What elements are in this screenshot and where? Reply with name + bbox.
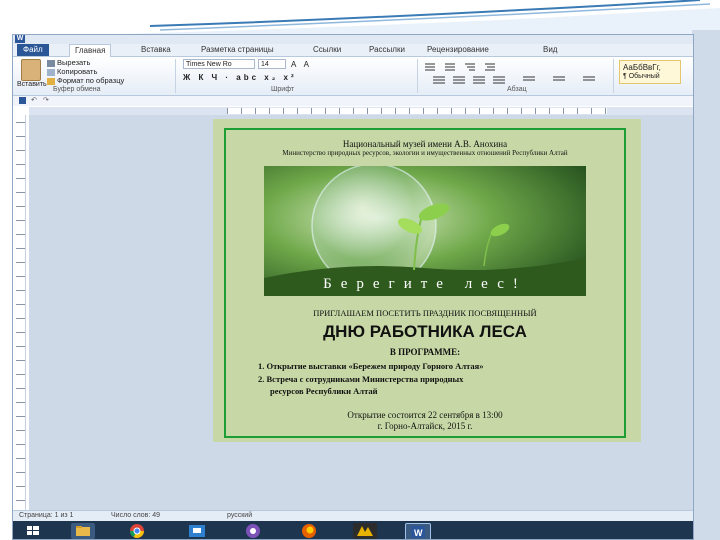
quick-access-toolbar: ↶ ↷ bbox=[13, 96, 693, 106]
program-item-1: 1. Открытие выставки «Бережем природу Го… bbox=[258, 361, 484, 371]
paste-icon[interactable] bbox=[21, 59, 41, 81]
ribbon-separator bbox=[417, 59, 418, 93]
invite-text: ПРИГЛАШАЕМ ПОСЕТИТЬ ПРАЗДНИК ПОСВЯЩЕННЫЙ bbox=[313, 308, 537, 318]
status-language[interactable]: русский bbox=[227, 512, 252, 519]
cut-button[interactable]: Вырезать bbox=[47, 58, 90, 67]
font-grow-shrink-buttons[interactable]: A A bbox=[291, 60, 312, 69]
scissors-icon bbox=[47, 59, 55, 67]
status-page[interactable]: Страница: 1 из 1 bbox=[19, 512, 73, 519]
header-ministry: Министерство природных ресурсов, экологи… bbox=[282, 149, 568, 157]
style-normal-button[interactable]: АаБбВвГг, ¶ Обычный bbox=[619, 60, 681, 84]
photo-caption: Берегите лес! bbox=[323, 276, 527, 292]
tab-file[interactable]: Файл bbox=[17, 44, 49, 56]
footer-date: Открытие состоится 22 сентября в 13:00 bbox=[347, 410, 503, 420]
font-size-field[interactable]: 14 bbox=[258, 59, 286, 69]
font-format-buttons[interactable]: Ж К Ч · abc x₂ x² bbox=[183, 73, 297, 82]
slide-side-band bbox=[692, 30, 720, 540]
footer-city: г. Горно-Алтайск, 2015 г. bbox=[377, 421, 473, 431]
app-blue-icon[interactable] bbox=[185, 523, 209, 539]
copy-button[interactable]: Копировать bbox=[47, 67, 97, 76]
svg-text:W: W bbox=[414, 528, 423, 538]
brush-icon bbox=[47, 77, 55, 85]
font-name-field[interactable]: Times New Ro bbox=[183, 59, 255, 69]
status-bar: Страница: 1 из 1 Число слов: 49 русский bbox=[13, 510, 693, 521]
ruler-scale bbox=[227, 108, 607, 114]
tab-home[interactable]: Главная bbox=[69, 44, 112, 57]
paste-button[interactable]: Вставить bbox=[17, 81, 47, 88]
tab-insert[interactable]: Вставка bbox=[141, 45, 171, 55]
viber-icon[interactable] bbox=[241, 523, 265, 539]
tab-page-layout[interactable]: Разметка страницы bbox=[201, 45, 274, 55]
horizontal-ruler[interactable] bbox=[29, 107, 693, 115]
chrome-icon[interactable] bbox=[125, 523, 149, 539]
program-item-2-cont: ресурсов Республики Алтай bbox=[270, 386, 378, 396]
slide-header-decoration bbox=[0, 0, 720, 36]
undo-icon[interactable]: ↶ bbox=[31, 96, 37, 104]
taskbar: W bbox=[13, 521, 693, 539]
ribbon-separator bbox=[175, 59, 176, 93]
forest-photo: Берегите лес! bbox=[264, 166, 586, 296]
title-bar: W bbox=[13, 35, 693, 44]
format-painter-button[interactable]: Формат по образцу bbox=[47, 76, 124, 85]
paragraph-buttons-icon[interactable] bbox=[423, 61, 613, 85]
style-name: ¶ Обычный bbox=[623, 73, 660, 80]
save-icon[interactable] bbox=[19, 97, 26, 104]
paragraph-group-label: Абзац bbox=[507, 86, 527, 93]
vertical-ruler[interactable] bbox=[16, 115, 26, 515]
program-heading: В ПРОГРАММЕ: bbox=[389, 347, 461, 357]
status-words[interactable]: Число слов: 49 bbox=[111, 512, 160, 519]
ribbon-tabs: Файл Главная Вставка Разметка страницы С… bbox=[13, 44, 693, 57]
style-preview: АаБбВвГг, bbox=[623, 63, 661, 72]
tab-view[interactable]: Вид bbox=[543, 45, 557, 55]
event-title: ДНЮ РАБОТНИКА ЛЕСА bbox=[323, 322, 527, 341]
copy-icon bbox=[47, 68, 55, 76]
windows-start-icon[interactable] bbox=[21, 523, 45, 539]
header-museum: Национальный музей имени А.В. Анохина bbox=[342, 139, 508, 149]
ribbon: Вставить Вырезать Копировать Формат по о… bbox=[13, 57, 693, 96]
clipboard-group-label: Буфер обмена bbox=[53, 86, 101, 93]
tab-mailings[interactable]: Рассылки bbox=[369, 45, 405, 55]
ribbon-separator bbox=[613, 59, 614, 93]
tab-review[interactable]: Рецензирование bbox=[427, 45, 489, 55]
adobe-app-icon[interactable] bbox=[353, 523, 377, 539]
file-explorer-icon[interactable] bbox=[71, 523, 95, 539]
word-taskbar-icon[interactable]: W bbox=[405, 523, 431, 539]
font-group-label: Шрифт bbox=[271, 86, 295, 93]
word-logo-icon[interactable]: W bbox=[15, 35, 25, 43]
program-item-2: 2. Встреча с сотрудниками Министерства п… bbox=[258, 374, 464, 384]
tab-references[interactable]: Ссылки bbox=[313, 45, 341, 55]
redo-icon[interactable]: ↷ bbox=[43, 96, 49, 104]
firefox-icon[interactable] bbox=[297, 523, 321, 539]
